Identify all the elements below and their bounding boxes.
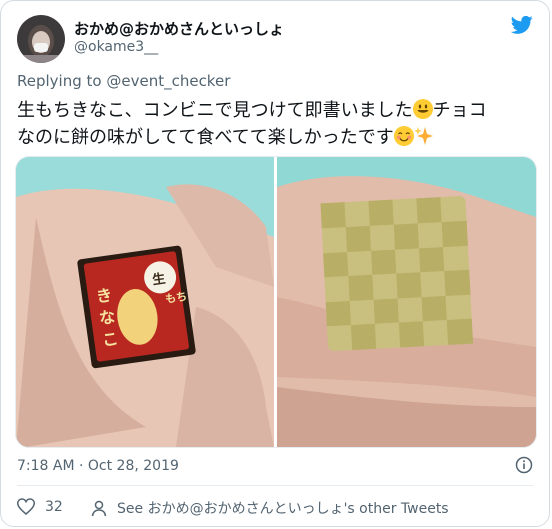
smiling-face-emoji-icon (412, 99, 433, 119)
photo-hand-chocolate-piece[interactable] (277, 157, 536, 447)
tweet-text-line1: 生もちきなこ、コンビニで見つけて即書いました (17, 100, 413, 121)
tweet-timestamp[interactable]: 7:18 AM · Oct 28, 2019 (17, 458, 179, 474)
reply-context: Replying to @event_checker (17, 72, 230, 90)
tweet-text-line1-tail: チョコ (432, 100, 487, 121)
other-tweets-label: See おかめ@おかめさんといっしょ's other Tweets (117, 501, 449, 517)
other-tweets-link[interactable]: See おかめ@おかめさんといっしょ's other Tweets (91, 498, 449, 518)
tweet-text: 生もちきなこ、コンビニで見つけて即書いました チョコ なのに餅の味がしてて食べてて… (17, 97, 537, 151)
tweet-text-line2: なのに餅の味がしてて食べてて楽しかったです (17, 127, 394, 148)
svg-text:こ: こ (101, 329, 120, 350)
person-icon (91, 500, 107, 517)
divider (17, 485, 533, 486)
display-name[interactable]: おかめ@おかめさんといっしょ (74, 18, 284, 39)
photo-hand-chocolate-package[interactable]: き な こ 生 もち (16, 157, 274, 447)
avatar[interactable] (17, 15, 65, 63)
chocolate-package: き な こ 生 もち (77, 245, 196, 369)
reply-mention-link[interactable]: @event_checker (106, 72, 230, 90)
tweet-card: おかめ@おかめさんといっしょ @okame3__ Replying to @ev… (0, 0, 550, 527)
checkered-chocolate-piece (320, 196, 474, 351)
package-label-kinako: き (95, 285, 114, 306)
info-icon[interactable] (515, 456, 533, 474)
svg-text:生: 生 (151, 271, 166, 289)
sparkles-emoji-icon (413, 126, 434, 146)
twitter-bird-icon[interactable] (511, 15, 533, 35)
blushing-face-emoji-icon (393, 126, 414, 146)
heart-icon (17, 498, 35, 515)
handle[interactable]: @okame3__ (74, 39, 158, 55)
like-count: 32 (45, 498, 63, 515)
like-button[interactable]: 32 (17, 498, 63, 515)
media-grid: き な こ 生 もち (15, 156, 537, 448)
svg-text:な: な (98, 307, 117, 328)
reply-prefix: Replying to (17, 72, 102, 90)
